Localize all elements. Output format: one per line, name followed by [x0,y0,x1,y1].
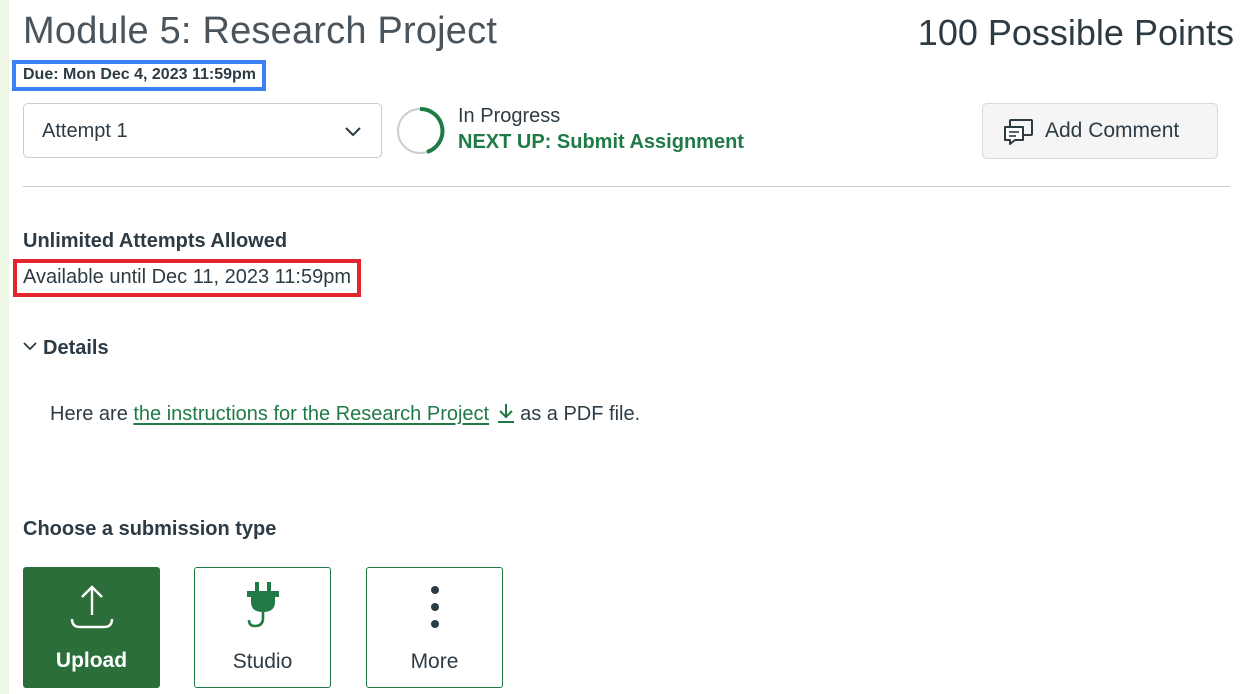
details-toggle[interactable]: Details [23,337,109,360]
plug-icon [246,582,279,628]
next-up-label: NEXT UP: Submit Assignment [458,131,744,153]
add-comment-label: Add Comment [1045,119,1180,142]
instructions-text: Here are the instructions for the Resear… [50,402,640,426]
instructions-text-after: as a PDF file. [520,403,641,425]
more-vertical-icon [430,586,439,628]
attempts-allowed: Unlimited Attempts Allowed [23,230,288,252]
attempt-select[interactable]: Attempt 1 [23,103,382,158]
due-date: Due: Mon Dec 4, 2023 11:59pm [12,60,266,91]
comment-icon [1004,119,1033,145]
upload-button[interactable]: Upload [23,567,160,688]
progress-status-label: In Progress [458,105,561,127]
attempt-select-value: Attempt 1 [42,120,128,142]
page-title: Module 5: Research Project [23,10,498,52]
upload-label: Upload [55,649,128,672]
instructions-link[interactable]: the instructions for the Research Projec… [133,403,489,425]
chevron-down-icon [345,127,361,137]
progress-ring-icon [397,106,445,154]
add-comment-button[interactable]: Add Comment [982,103,1218,159]
download-icon[interactable] [495,402,517,424]
available-until-text: Available until Dec 11, 2023 11:59pm [23,266,351,288]
more-button[interactable]: More [366,567,503,688]
due-date-text: Due: Mon Dec 4, 2023 11:59pm [23,66,256,83]
studio-button[interactable]: Studio [194,567,331,688]
upload-icon [70,585,113,629]
chevron-down-icon [23,342,37,351]
instructions-text-before: Here are [50,403,134,425]
submission-type-heading: Choose a submission type [23,518,277,540]
assignment-page: Module 5: Research Project 100 Possible … [9,0,1240,694]
more-label: More [410,650,459,673]
possible-points: 100 Possible Points [917,12,1234,53]
progress-status: In Progress NEXT UP: Submit Assignment [458,104,744,156]
divider [23,186,1230,187]
studio-label: Studio [232,650,293,673]
details-toggle-label: Details [43,337,109,359]
available-until: Available until Dec 11, 2023 11:59pm [13,259,361,297]
